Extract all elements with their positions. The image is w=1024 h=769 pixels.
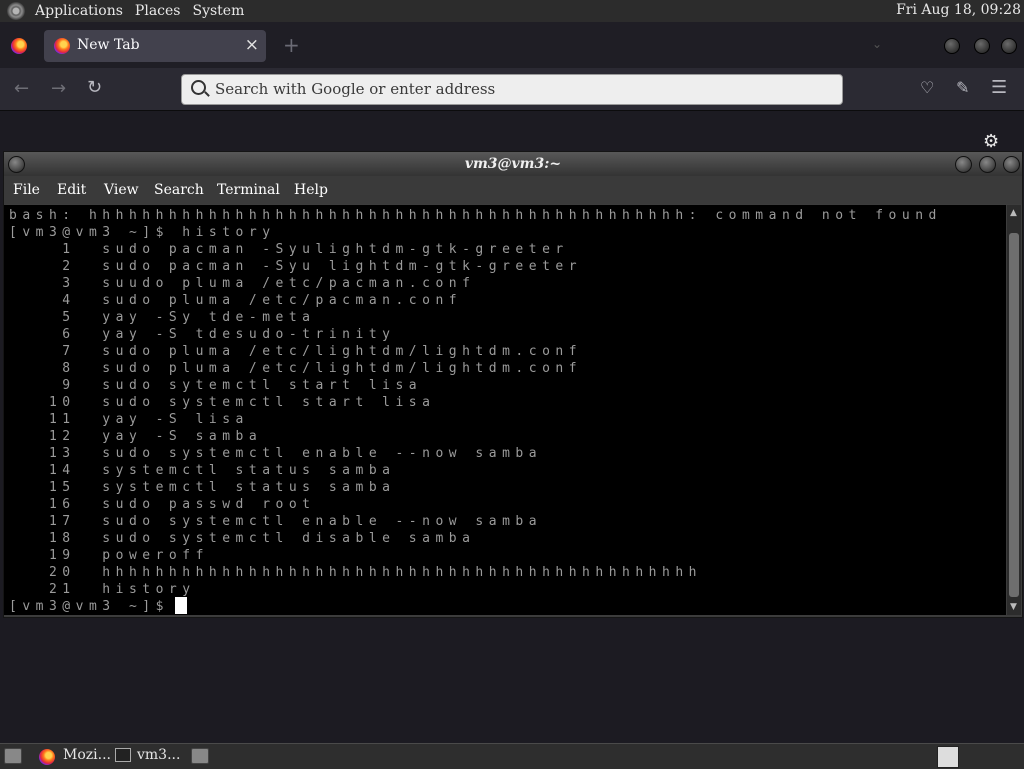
search-icon (191, 80, 206, 95)
terminal-line: bash: hhhhhhhhhhhhhhhhhhhhhhhhhhhhhhhhhh… (9, 208, 942, 223)
terminal-line: 17 sudo systemctl enable --now samba (9, 514, 543, 529)
terminal-line: 12 yay -S samba (9, 429, 263, 444)
close-window-button[interactable] (1001, 38, 1017, 54)
terminal-output[interactable]: bash: hhhhhhhhhhhhhhhhhhhhhhhhhhhhhhhhhh… (4, 205, 1006, 615)
hamburger-menu-icon[interactable]: ☰ (991, 77, 1007, 98)
tab-title: New Tab (77, 37, 140, 53)
terminal-line: 3 suudo pluma /etc/pacman.conf (9, 276, 476, 291)
taskbar-firefox[interactable]: Mozi... (63, 747, 111, 767)
taskbar-terminal-label: vm3... (137, 747, 181, 763)
top-panel: Applications Places System Fri Aug 18, 0… (0, 0, 1024, 22)
terminal-line: 7 sudo pluma /etc/lightdm/lightdm.conf (9, 344, 583, 359)
gear-icon[interactable]: ⚙ (983, 131, 999, 152)
terminal-prompt: [vm3@vm3 ~]$ (9, 599, 183, 614)
terminal-line: 6 yay -S tdesudo-trinity (9, 327, 396, 342)
maximize-window-button[interactable] (974, 38, 990, 54)
minimize-window-button[interactable] (944, 38, 960, 54)
show-desktop-icon[interactable] (4, 748, 22, 764)
browser-tab-bar: New Tab × + ⌄ (0, 22, 1024, 68)
file-manager-icon[interactable] (191, 748, 209, 764)
terminal-maximize-button[interactable] (979, 156, 996, 173)
terminal-cursor (175, 597, 187, 614)
terminal-titlebar[interactable]: vm3@vm3:~ (4, 152, 1022, 176)
bottom-taskbar: Mozi... vm3... (0, 743, 1024, 769)
new-tab-button[interactable]: + (283, 33, 300, 57)
terminal-line: 20 hhhhhhhhhhhhhhhhhhhhhhhhhhhhhhhhhhhhh… (9, 565, 702, 580)
taskbar-terminal-item[interactable]: vm3... (115, 747, 180, 767)
tab-new-tab[interactable]: New Tab × (44, 30, 266, 62)
scroll-down-icon[interactable]: ▼ (1010, 602, 1017, 612)
terminal-line: [vm3@vm3 ~]$ history (9, 225, 276, 240)
terminal-line: 13 sudo systemctl enable --now samba (9, 446, 543, 461)
browser-nav-bar: ← → ↻ Search with Google or enter addres… (0, 68, 1024, 111)
applications-menu[interactable]: Applications (29, 3, 129, 19)
system-menu[interactable]: System (186, 3, 250, 19)
terminal-line: 19 poweroff (9, 548, 209, 563)
chevron-down-icon[interactable]: ⌄ (872, 37, 882, 51)
firefox-icon (54, 38, 70, 54)
panel-clock[interactable]: Fri Aug 18, 09:28 (896, 2, 1021, 18)
extensions-icon[interactable]: ✎ (956, 78, 969, 97)
address-bar[interactable]: Search with Google or enter address (181, 74, 843, 105)
workspace-switcher[interactable] (937, 746, 959, 768)
terminal-line: 9 sudo sytemctl start lisa (9, 378, 423, 393)
menu-file[interactable]: File (13, 182, 40, 198)
terminal-line: 11 yay -S lisa (9, 412, 249, 427)
firefox-icon (39, 749, 55, 765)
terminal-close-button[interactable] (1003, 156, 1020, 173)
terminal-menubar: File Edit View Search Terminal Help (4, 176, 1022, 204)
terminal-line: 15 systemctl status samba (9, 480, 396, 495)
terminal-line: 18 sudo systemctl disable samba (9, 531, 476, 546)
terminal-minimize-button[interactable] (955, 156, 972, 173)
menu-help[interactable]: Help (294, 182, 328, 198)
close-tab-icon[interactable]: × (245, 35, 259, 55)
scrollbar-thumb[interactable] (1009, 233, 1019, 597)
firefox-view-icon[interactable] (11, 38, 27, 54)
pocket-icon[interactable]: ♡ (920, 78, 934, 97)
terminal-line: 21 history (9, 582, 196, 597)
terminal-window: vm3@vm3:~ File Edit View Search Terminal… (3, 151, 1023, 618)
terminal-line: 10 sudo systemctl start lisa (9, 395, 436, 410)
forward-arrow-icon[interactable]: → (51, 78, 66, 99)
terminal-title: vm3@vm3:~ (464, 156, 562, 172)
terminal-icon (115, 748, 131, 762)
places-menu[interactable]: Places (129, 3, 187, 19)
terminal-line: 14 systemctl status samba (9, 463, 396, 478)
terminal-line: 1 sudo pacman -Syulightdm-gtk-greeter (9, 242, 569, 257)
scroll-up-icon[interactable]: ▲ (1010, 208, 1017, 218)
terminal-line: 5 yay -Sy tde-meta (9, 310, 316, 325)
menu-edit[interactable]: Edit (57, 182, 86, 198)
terminal-line: 4 sudo pluma /etc/pacman.conf (9, 293, 463, 308)
menu-search[interactable]: Search (154, 182, 204, 198)
menu-view[interactable]: View (104, 182, 139, 198)
terminal-line: 2 sudo pacman -Syu lightdm-gtk-greeter (9, 259, 583, 274)
back-arrow-icon[interactable]: ← (14, 78, 29, 99)
window-menu-button[interactable] (8, 156, 25, 173)
terminal-scrollbar[interactable]: ▲ ▼ (1007, 205, 1021, 615)
terminal-line: 8 sudo pluma /etc/lightdm/lightdm.conf (9, 361, 583, 376)
distro-logo-icon[interactable] (7, 2, 25, 20)
terminal-line: 16 sudo passwd root (9, 497, 316, 512)
address-placeholder: Search with Google or enter address (215, 80, 496, 98)
reload-icon[interactable]: ↻ (87, 77, 102, 98)
menu-terminal[interactable]: Terminal (217, 182, 280, 198)
